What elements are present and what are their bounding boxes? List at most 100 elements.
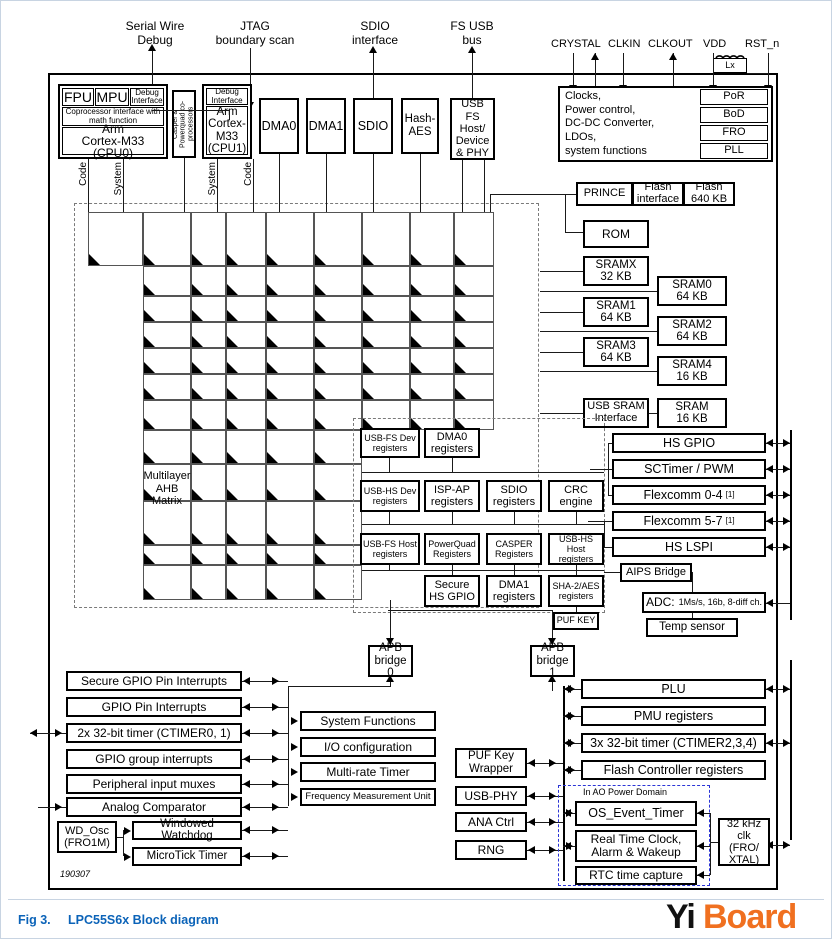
flexcomm-0-4-block: Flexcomm 0-4 [1]	[612, 485, 766, 505]
bod-block: BoD	[700, 107, 768, 123]
acomp-ext-arrow	[55, 802, 62, 811]
matrix-cell	[266, 545, 314, 565]
branch-hslspi	[604, 547, 612, 548]
sramx-block: SRAMX 32 KB	[583, 256, 649, 286]
clocks-power-text: Clocks, Power control, DC-DC Converter, …	[565, 90, 654, 158]
hs-gpio-block: HS GPIO	[612, 433, 766, 453]
fsusb-line1: FS USB	[450, 19, 494, 33]
gpiogrp-arrow-l	[243, 754, 250, 763]
powerquad-line1: PowerQuad	[428, 538, 476, 549]
fro-block: FRO	[700, 125, 768, 141]
matrix-cell	[191, 430, 226, 464]
matrix-cell	[226, 266, 266, 296]
matrix-cell	[266, 374, 314, 400]
hslspi-io-arrow-l	[766, 542, 773, 551]
crc-engine: CRC engine	[548, 480, 604, 512]
usbhs-dev-line1: USB-HS Dev	[363, 485, 417, 496]
sha2-puf-link	[576, 607, 577, 612]
flash-connector-h	[565, 194, 576, 195]
sctimer-pwm-block: SCTimer / PWM	[612, 459, 766, 479]
pin-label-crystal: CRYSTAL	[551, 38, 601, 50]
clk32k-stem	[710, 842, 718, 843]
adc-prefix: ADC:	[645, 595, 675, 610]
gpio-group-interrupts: GPIO group interrupts	[66, 749, 242, 769]
sdioreg-line2: registers	[492, 496, 536, 508]
sramx-bus	[540, 271, 583, 272]
wd-osc-block: WD_Osc (FRO1M)	[57, 821, 117, 853]
cpu1-core: Arm Cortex- M33 (CPU1)	[206, 106, 248, 155]
clk32k-branch-v	[710, 813, 711, 875]
sram3-block: SRAM3 64 KB	[583, 337, 649, 367]
matrix-cell	[143, 266, 191, 296]
pin-label-rst: RST_n	[745, 38, 780, 50]
gpiopin-arrow-l	[243, 702, 250, 711]
watermark-yi: Yi	[666, 898, 696, 936]
prince-block: PRINCE	[576, 182, 633, 206]
clock-line-5: system functions	[565, 144, 647, 157]
plu-ext-arrow-l	[766, 684, 773, 693]
gpiogrp-arrow-r	[272, 754, 279, 763]
matrix-cell	[266, 501, 314, 545]
matrix-cell	[143, 348, 191, 374]
swd-line1: Serial Wire	[125, 19, 185, 33]
wdosc-stem	[117, 837, 123, 838]
sram3-bus	[540, 352, 583, 353]
matrix-cell	[410, 296, 454, 322]
os-event-timer-block: OS_Event_Timer	[575, 801, 697, 826]
acomp-arrow-l	[243, 802, 250, 811]
matrix-cell	[266, 266, 314, 296]
matrix-cell	[266, 348, 314, 374]
usbfs-drop1	[462, 160, 463, 212]
mtick-arrow-l	[243, 851, 250, 860]
mtick-arrow-r	[272, 851, 279, 860]
cpu0-core-line2: Cortex-M33 (CPU0)	[81, 133, 145, 161]
usbphy-arrow-l	[528, 791, 535, 800]
sramx-name: SRAMX	[595, 258, 637, 271]
secure-gpio-pin-interrupts: Secure GPIO Pin Interrupts	[66, 671, 242, 691]
debug-bus-drop	[229, 110, 230, 120]
matrix-cell	[191, 322, 226, 348]
ispap-line1: ISP-AP	[433, 483, 471, 496]
cpu0-code-drop	[88, 159, 89, 212]
matrix-cell	[266, 322, 314, 348]
cpu1-debug-interface: Debug Interface	[206, 87, 248, 105]
apb0-left-bus	[288, 686, 390, 687]
ao-power-domain-title: In AO Power Domain	[583, 787, 668, 797]
clkout-arrow	[668, 53, 677, 60]
branch-sctimer	[608, 469, 612, 470]
por-block: PoR	[700, 89, 768, 105]
matrix-cell	[454, 374, 494, 400]
cpu1-core-line2: Cortex-	[208, 118, 246, 131]
sctimer-io-arrow-r	[783, 464, 790, 473]
branch-trunk-2	[588, 521, 604, 522]
clk-32khz-block: 32 kHz clk (FRO/ XTAL)	[718, 818, 770, 866]
io-bus-right-lower	[790, 660, 792, 840]
ioconf-arrow	[291, 742, 298, 751]
sram0-block: SRAM0 64 KB	[657, 276, 727, 306]
analog-comparator: Analog Comparator	[66, 797, 242, 817]
matrix-cell	[226, 464, 266, 501]
matrix-cell	[266, 212, 314, 266]
sram4-block: SRAM4 16 KB	[657, 356, 727, 386]
usbfshost-stem	[389, 565, 390, 570]
ctimer234-ext-arrow-r	[783, 738, 790, 747]
sram0-size: 64 KB	[676, 291, 708, 303]
matrix-cell	[410, 322, 454, 348]
sdio-registers: SDIO registers	[486, 480, 542, 512]
rtc-arrow-r	[566, 841, 573, 850]
clock-line-3: DC-DC Converter,	[565, 117, 655, 130]
rtc-line2: Alarm & Wakeup	[591, 845, 681, 859]
sdioreg-stem	[514, 512, 515, 524]
lx-connect-line	[747, 73, 768, 74]
flash-rom-connector-v	[565, 194, 566, 232]
dma1-master: DMA1	[306, 98, 346, 154]
matrix-cell	[143, 400, 191, 430]
reg-bus-3	[362, 570, 604, 571]
wdosc-arrow-2	[124, 852, 131, 861]
usbfshost-line1: USB-FS Host	[363, 538, 418, 549]
matrix-cell	[191, 212, 226, 266]
sdio-line	[373, 50, 374, 105]
matrix-cell	[362, 296, 410, 322]
clock-line-4: LDOs,	[565, 130, 597, 143]
sram0-name: SRAM0	[672, 278, 712, 291]
